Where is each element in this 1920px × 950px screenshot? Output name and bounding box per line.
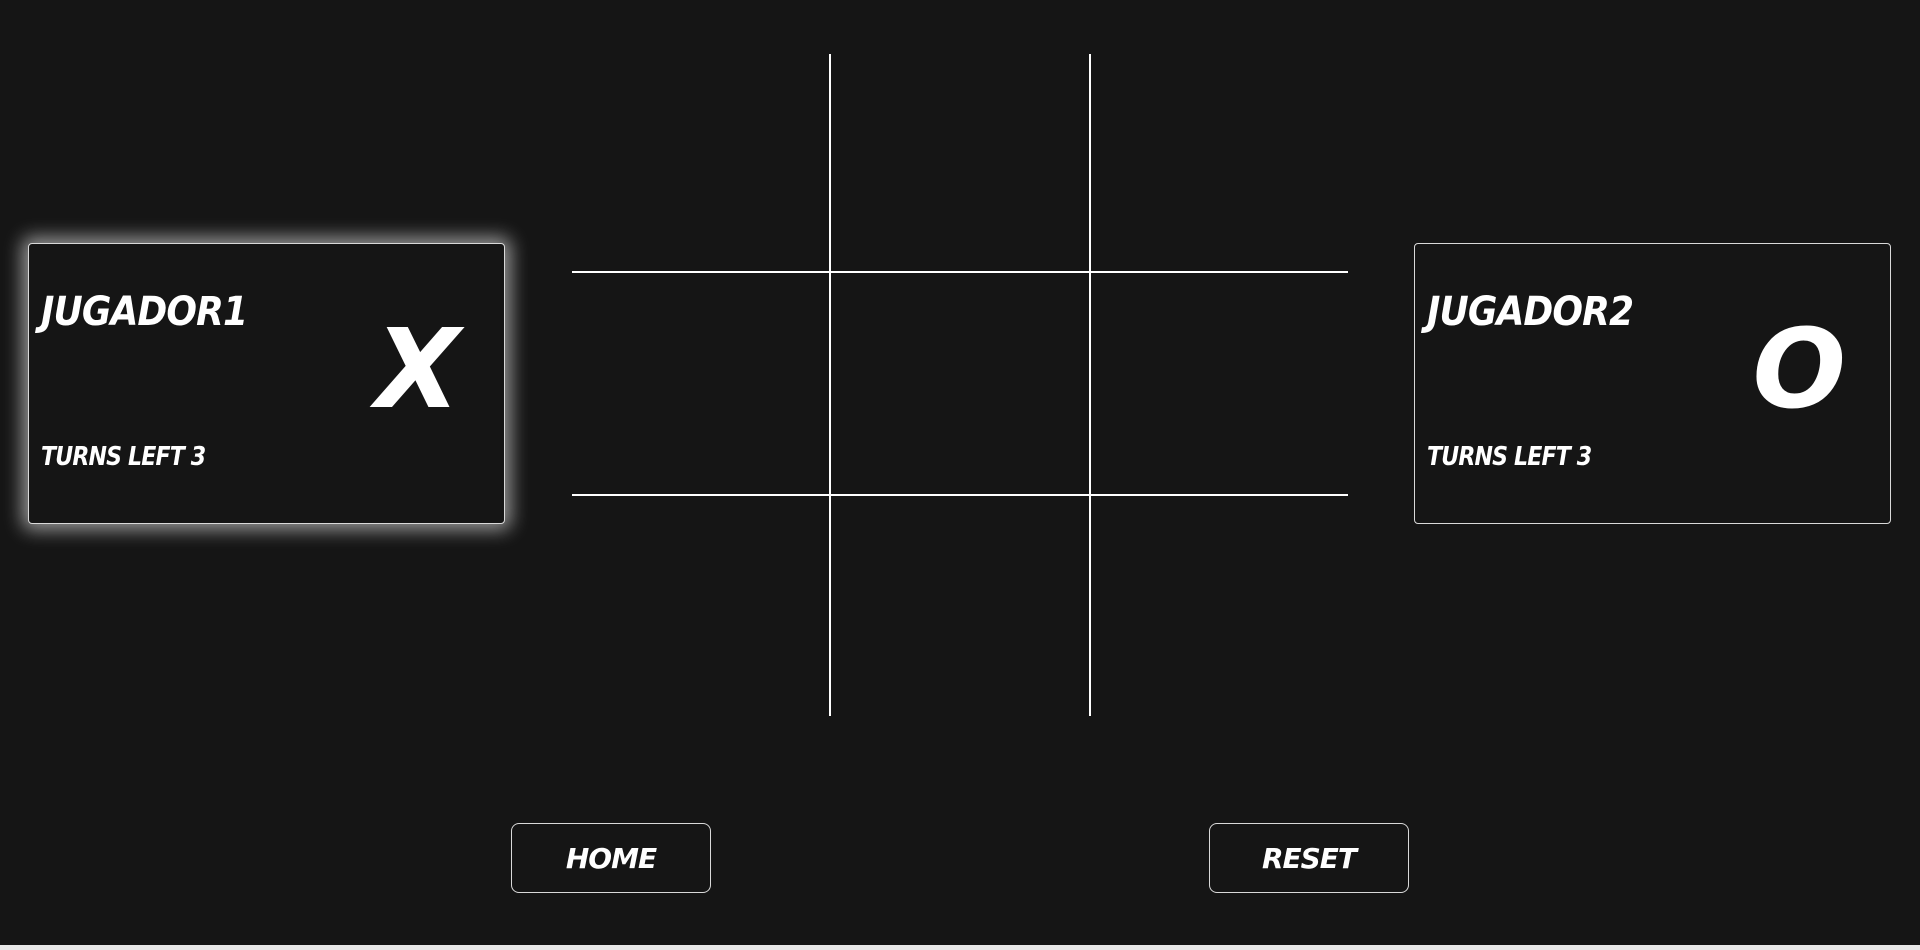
player2-panel: JUGADOR2 O TURNS LEFT 3 <box>1414 243 1891 524</box>
board-cell-3[interactable] <box>572 272 830 494</box>
player1-turns-count: 3 <box>190 442 206 472</box>
board-grid-line <box>829 54 831 716</box>
player1-name: JUGADOR1 <box>41 289 248 335</box>
player1-turns: TURNS LEFT 3 <box>41 442 212 472</box>
board-cell-4[interactable] <box>830 272 1090 494</box>
game-board <box>572 54 1348 716</box>
window-bottom-edge <box>0 945 1920 950</box>
player2-mark: O <box>1752 305 1846 433</box>
player2-turns-count: 3 <box>1576 442 1592 472</box>
game-page: JUGADOR1 X TURNS LEFT 3 JUGADOR2 O TURNS … <box>0 0 1920 950</box>
home-button[interactable]: HOME <box>511 823 711 893</box>
board-cell-0[interactable] <box>572 54 830 272</box>
player1-mark: X <box>375 305 460 433</box>
board-grid-line <box>1089 54 1091 716</box>
player1-turns-label: TURNS LEFT <box>41 442 185 472</box>
board-grid-line <box>572 494 1348 496</box>
player2-turns: TURNS LEFT 3 <box>1427 442 1598 472</box>
player2-turns-label: TURNS LEFT <box>1427 442 1571 472</box>
board-cell-5[interactable] <box>1090 272 1348 494</box>
board-cell-2[interactable] <box>1090 54 1348 272</box>
player2-name: JUGADOR2 <box>1427 289 1634 335</box>
player1-panel: JUGADOR1 X TURNS LEFT 3 <box>28 243 505 524</box>
board-grid-line <box>572 271 1348 273</box>
board-cell-7[interactable] <box>830 494 1090 716</box>
board-cell-8[interactable] <box>1090 494 1348 716</box>
board-cell-1[interactable] <box>830 54 1090 272</box>
reset-button[interactable]: RESET <box>1209 823 1409 893</box>
board-cell-6[interactable] <box>572 494 830 716</box>
